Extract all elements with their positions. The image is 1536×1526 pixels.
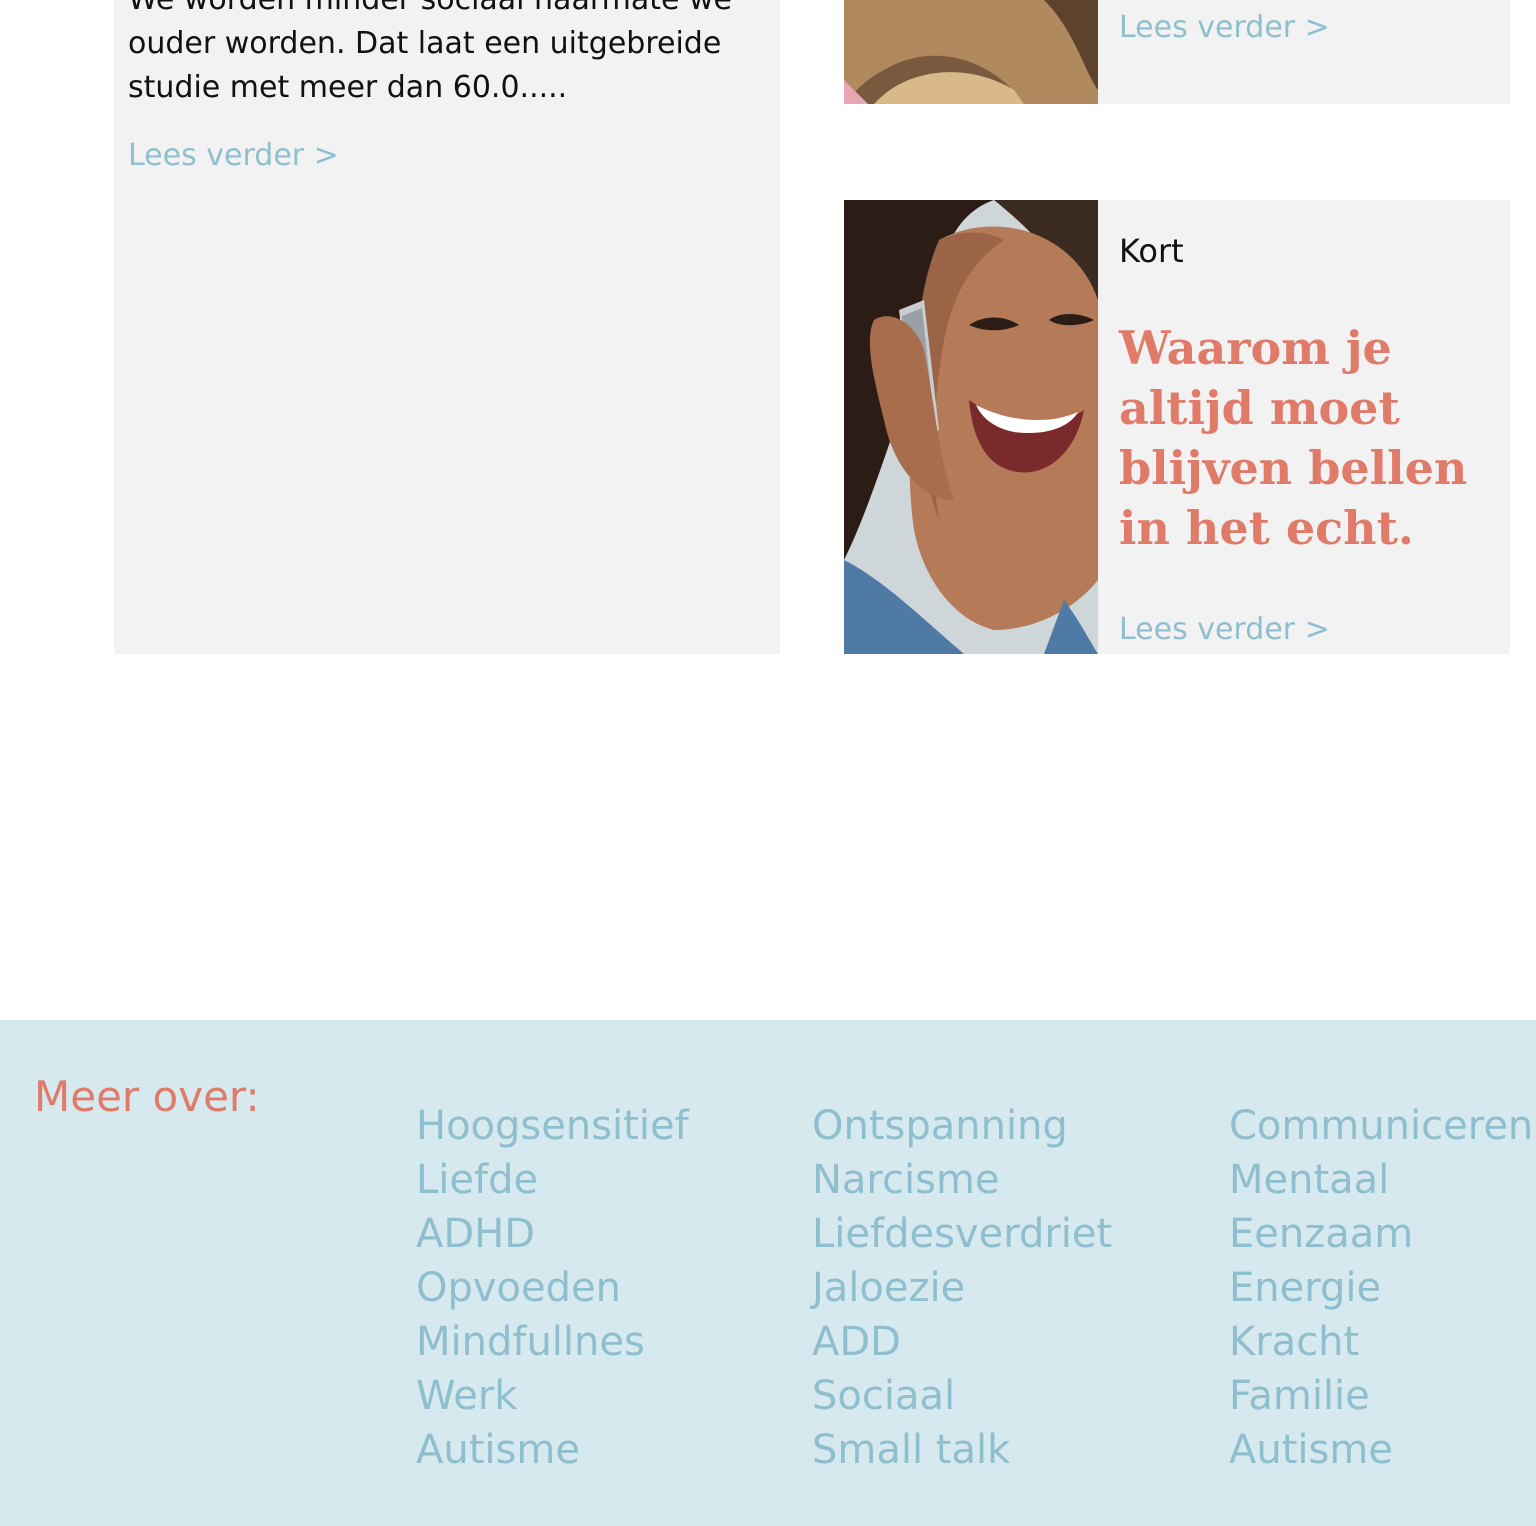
read-more-link[interactable]: Lees verder > xyxy=(1119,612,1330,647)
tag-link[interactable]: Autisme xyxy=(416,1428,689,1482)
tag-link[interactable]: Kracht xyxy=(1229,1320,1533,1374)
tag-link[interactable]: Sociaal xyxy=(812,1374,1112,1428)
footer-more-about: Meer over: Hoogsensitief Liefde ADHD Opv… xyxy=(0,1020,1536,1526)
article-category: Kort xyxy=(1119,232,1184,270)
tag-link[interactable]: Familie xyxy=(1229,1374,1533,1428)
tag-link[interactable]: Jaloezie xyxy=(812,1266,1112,1320)
tag-link[interactable]: Mindfullnes xyxy=(416,1320,689,1374)
tag-link[interactable]: Opvoeden xyxy=(416,1266,689,1320)
tag-column-1: Hoogsensitief Liefde ADHD Opvoeden Mindf… xyxy=(416,1104,689,1482)
tag-link[interactable]: Werk xyxy=(416,1374,689,1428)
tag-link[interactable]: Liefde xyxy=(416,1158,689,1212)
page: We worden minder sociaal naarmate we oud… xyxy=(0,0,1536,1526)
tag-link[interactable]: ADHD xyxy=(416,1212,689,1266)
read-more-link[interactable]: Lees verder > xyxy=(128,138,339,173)
read-more-link[interactable]: Lees verder > xyxy=(1119,10,1330,45)
article-thumbnail[interactable] xyxy=(844,0,1098,104)
tag-link[interactable]: Autisme xyxy=(1229,1428,1533,1482)
tag-link[interactable]: Energie xyxy=(1229,1266,1533,1320)
tag-link[interactable]: ADD xyxy=(812,1320,1112,1374)
tag-link[interactable]: Small talk xyxy=(812,1428,1112,1482)
article-card-right[interactable]: Kort Waarom je altijd moet blijven belle… xyxy=(844,200,1510,654)
article-card-right-top[interactable]: Lees verder > xyxy=(844,0,1510,104)
tag-link[interactable]: Ontspanning xyxy=(812,1104,1112,1158)
tag-link[interactable]: Narcisme xyxy=(812,1158,1112,1212)
tag-column-3: Communiceren Mentaal Eenzaam Energie Kra… xyxy=(1229,1104,1533,1482)
article-excerpt: We worden minder sociaal naarmate we oud… xyxy=(128,0,732,105)
tag-link[interactable]: Liefdesverdriet xyxy=(812,1212,1112,1266)
more-about-title: Meer over: xyxy=(34,1072,260,1121)
tag-link[interactable]: Communiceren xyxy=(1229,1104,1533,1158)
tag-link[interactable]: Eenzaam xyxy=(1229,1212,1533,1266)
article-card-left[interactable]: We worden minder sociaal naarmate we oud… xyxy=(114,0,780,654)
article-thumbnail[interactable] xyxy=(844,200,1098,654)
tag-link[interactable]: Hoogsensitief xyxy=(416,1104,689,1158)
tag-link[interactable]: Mentaal xyxy=(1229,1158,1533,1212)
article-headline[interactable]: Waarom je altijd moet blijven bellen in … xyxy=(1119,318,1489,558)
tag-column-2: Ontspanning Narcisme Liefdesverdriet Jal… xyxy=(812,1104,1112,1482)
